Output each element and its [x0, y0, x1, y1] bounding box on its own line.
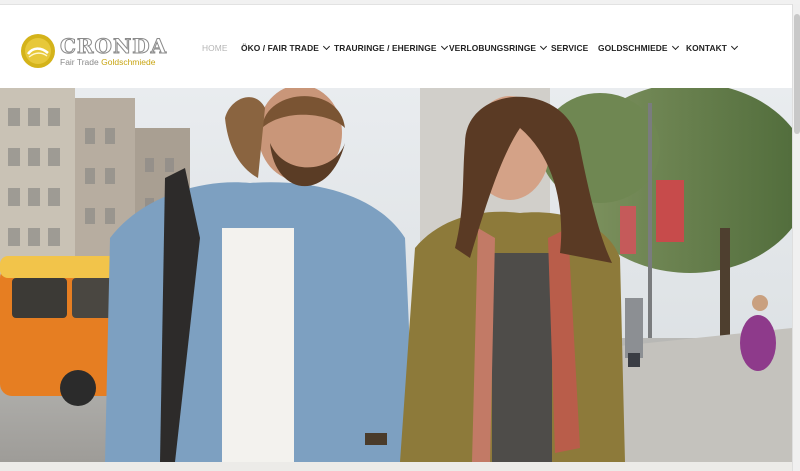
- nav-item-goldschmiede[interactable]: GOLDSCHMIEDE: [598, 42, 679, 53]
- logo-tagline-part1: Fair Trade: [60, 57, 99, 67]
- page-bottom-band: [0, 462, 792, 471]
- site-header: CRONDA Fair Trade Goldschmiede HOME ÖKO …: [0, 5, 792, 88]
- nav-item-label: GOLDSCHMIEDE: [598, 43, 668, 53]
- logo-tagline-part2: Goldschmiede: [101, 57, 156, 67]
- nav-item-label: TRAURINGE / EHERINGE: [334, 43, 437, 53]
- hero-photo-illustration: [0, 88, 792, 462]
- nav-item-label: HOME: [202, 43, 228, 53]
- nav-item-verlobungsringe[interactable]: VERLOBUNGSRINGE: [449, 42, 548, 53]
- hero-image: [0, 88, 792, 462]
- nav-item-trauringe[interactable]: TRAURINGE / EHERINGE: [334, 42, 448, 53]
- nav-item-label: VERLOBUNGSRINGE: [449, 43, 537, 53]
- nav-item-service[interactable]: SERVICE: [551, 43, 588, 53]
- logo-emblem-icon: [21, 34, 55, 68]
- nav-item-label: SERVICE: [551, 43, 589, 53]
- nav-item-kontakt[interactable]: KONTAKT: [686, 42, 739, 53]
- site-logo[interactable]: CRONDA Fair Trade Goldschmiede: [20, 33, 168, 73]
- chevron-down-icon: [730, 42, 739, 51]
- nav-item-oeko-fair-trade[interactable]: ÖKO / FAIR TRADE: [241, 42, 330, 53]
- logo-brand-text: CRONDA: [59, 34, 168, 59]
- nav-item-label: KONTAKT: [686, 43, 728, 53]
- nav-item-label: ÖKO / FAIR TRADE: [241, 43, 319, 53]
- chevron-down-icon: [671, 42, 679, 51]
- logo-tagline: Fair Trade Goldschmiede: [60, 57, 155, 67]
- chevron-down-icon: [540, 42, 548, 51]
- scrollbar-thumb[interactable]: [794, 14, 800, 134]
- chevron-down-icon: [322, 42, 330, 51]
- chevron-down-icon: [440, 42, 448, 51]
- vertical-scrollbar[interactable]: [792, 4, 800, 471]
- nav-item-home[interactable]: HOME: [202, 43, 228, 53]
